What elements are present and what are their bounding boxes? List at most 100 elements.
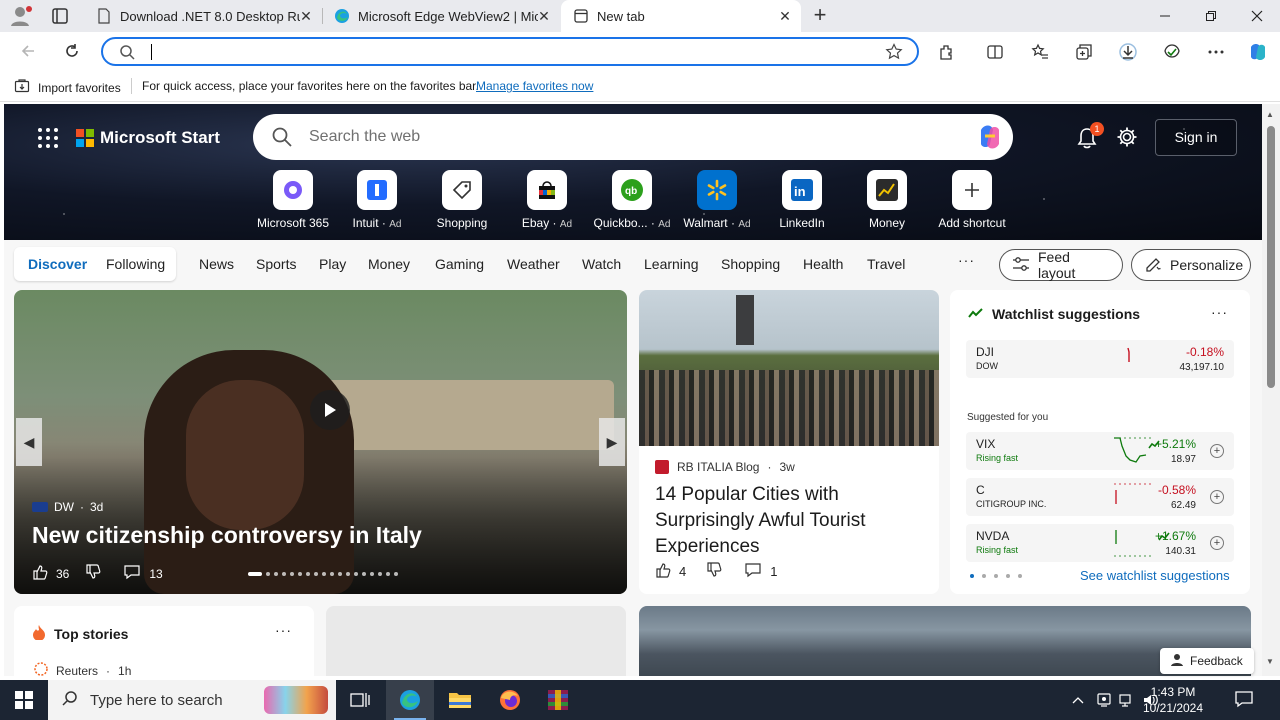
tab-new-tab[interactable]: New tab ✕ — [561, 0, 801, 32]
rb-italia-logo — [655, 460, 669, 474]
browser-essentials-icon[interactable] — [1160, 40, 1184, 64]
app-launcher-icon[interactable] — [38, 128, 58, 148]
like-icon[interactable] — [655, 562, 671, 581]
play-icon[interactable] — [310, 390, 350, 430]
back-icon[interactable] — [16, 39, 40, 63]
microsoft-start-logo[interactable]: Microsoft Start — [76, 128, 220, 148]
shortcut-microsoft-365[interactable]: Microsoft 365 — [251, 170, 335, 230]
shortcut-walmart[interactable]: Walmart · Ad — [675, 170, 759, 230]
stock-row-c[interactable]: C CITIGROUP INC. -0.58% 62.49 + — [966, 478, 1234, 516]
shortcut-ebay[interactable]: Ebay · Ad — [505, 170, 589, 230]
manage-favorites-link[interactable]: Manage favorites now — [476, 79, 593, 93]
tab-following[interactable]: Following — [106, 256, 165, 272]
shortcut-intuit[interactable]: Intuit · Ad — [335, 170, 419, 230]
tab-dotnet[interactable]: Download .NET 8.0 Desktop Runtime ✕ — [84, 0, 322, 32]
stock-row-dji[interactable]: DJI DOW -0.18% 43,197.10 — [966, 340, 1234, 378]
nav-more-button[interactable]: ··· — [958, 252, 975, 268]
add-to-watchlist-button[interactable]: + — [1210, 536, 1224, 550]
nav-shopping[interactable]: Shopping — [721, 256, 780, 272]
watchlist-more-button[interactable]: ··· — [1211, 304, 1228, 320]
shortcut-shopping[interactable]: Shopping — [420, 170, 504, 230]
shortcut-money[interactable]: Money — [845, 170, 929, 230]
shortcut-add[interactable]: Add shortcut — [930, 170, 1014, 230]
security-tray-icon[interactable] — [1096, 692, 1112, 708]
scrollbar-thumb[interactable] — [1267, 126, 1275, 388]
dislike-icon[interactable] — [85, 564, 101, 583]
story-title[interactable]: New citizenship controversy in Italy — [32, 522, 422, 549]
feedback-button[interactable]: Feedback — [1160, 648, 1254, 674]
city-story-card[interactable]: RB ITALIA Blog · 3w 14 Popular Cities wi… — [639, 290, 939, 594]
nav-sports[interactable]: Sports — [256, 256, 296, 272]
copilot-icon[interactable] — [1246, 40, 1270, 64]
show-hidden-icons-chevron-icon[interactable] — [1070, 692, 1086, 708]
personalize-button[interactable]: Personalize — [1131, 249, 1251, 281]
network-icon[interactable] — [1119, 692, 1135, 708]
taskbar-edge[interactable] — [386, 680, 434, 720]
tab-webview2[interactable]: Microsoft Edge WebView2 | Microsoft ✕ — [322, 0, 560, 32]
carousel-next-button[interactable]: ▶ — [599, 418, 625, 466]
main-story-card[interactable]: ◀ ▶ DW · 3d New citizenship controversy … — [14, 290, 627, 594]
profile-icon[interactable] — [8, 4, 34, 28]
shortcut-linkedin[interactable]: in LinkedIn — [760, 170, 844, 230]
like-icon[interactable] — [32, 564, 48, 583]
shortcut-quickbooks[interactable]: qb Quickbo... · Ad — [590, 170, 674, 230]
refresh-icon[interactable] — [60, 39, 84, 63]
add-to-watchlist-button[interactable]: + — [1210, 490, 1224, 504]
tab-discover[interactable]: Discover — [28, 256, 87, 272]
watchlist-pager[interactable] — [970, 574, 1022, 578]
favorite-star-icon[interactable] — [885, 43, 903, 64]
nav-gaming[interactable]: Gaming — [435, 256, 484, 272]
restore-button[interactable] — [1188, 0, 1234, 32]
page-scrollbar[interactable]: ▲ ▼ — [1262, 104, 1280, 676]
taskbar-search-box[interactable]: Type here to search — [48, 680, 336, 720]
favorites-icon[interactable] — [1028, 40, 1052, 64]
system-clock[interactable]: 1:43 PM 10/21/2024 — [1138, 684, 1208, 716]
comment-icon[interactable] — [744, 562, 762, 581]
web-search-box[interactable]: Search the web — [253, 114, 1013, 160]
nav-play[interactable]: Play — [319, 256, 346, 272]
windows-start-button[interactable] — [0, 680, 48, 720]
close-tab-icon[interactable]: ✕ — [777, 8, 793, 24]
taskbar-winrar[interactable] — [534, 680, 582, 720]
close-window-button[interactable] — [1234, 0, 1280, 32]
add-to-watchlist-button[interactable]: + — [1210, 444, 1224, 458]
nav-news[interactable]: News — [199, 256, 234, 272]
taskbar-firefox[interactable] — [486, 680, 534, 720]
top-stories-more-button[interactable]: ··· — [275, 622, 292, 638]
nav-weather[interactable]: Weather — [507, 256, 560, 272]
stock-row-nvda[interactable]: NVDA Rising fast +1.67% 140.31 + — [966, 524, 1234, 562]
sign-in-button[interactable]: Sign in — [1155, 119, 1237, 156]
address-bar[interactable] — [101, 37, 919, 66]
shortcut-label: Add shortcut — [938, 216, 1006, 230]
close-tab-icon[interactable]: ✕ — [536, 8, 552, 24]
tab-actions-icon[interactable] — [48, 6, 72, 26]
feed-layout-button[interactable]: Feed layout — [999, 249, 1123, 281]
see-watchlist-link[interactable]: See watchlist suggestions — [1080, 568, 1230, 583]
comment-icon[interactable] — [123, 564, 141, 583]
scroll-up-arrow-icon[interactable]: ▲ — [1266, 110, 1274, 119]
new-tab-button[interactable]: + — [808, 4, 832, 28]
dislike-icon[interactable] — [706, 562, 722, 581]
scroll-down-arrow-icon[interactable]: ▼ — [1266, 657, 1274, 666]
import-favorites-button[interactable]: Import favorites — [14, 78, 121, 97]
taskbar-file-explorer[interactable] — [436, 680, 484, 720]
notification-center-icon[interactable] — [1234, 690, 1256, 710]
nav-learning[interactable]: Learning — [644, 256, 699, 272]
carousel-prev-button[interactable]: ◀ — [16, 418, 42, 466]
task-view-button[interactable] — [336, 680, 384, 720]
extensions-icon[interactable] — [935, 40, 959, 64]
minimize-button[interactable] — [1142, 0, 1188, 32]
close-tab-icon[interactable]: ✕ — [298, 8, 314, 24]
settings-more-icon[interactable] — [1204, 40, 1228, 64]
stock-row-vix[interactable]: VIX Rising fast +5.21% 18.97 + — [966, 432, 1234, 470]
nav-health[interactable]: Health — [803, 256, 843, 272]
downloads-icon[interactable] — [1116, 40, 1140, 64]
nav-watch[interactable]: Watch — [582, 256, 621, 272]
collections-icon[interactable] — [1072, 40, 1096, 64]
story-title[interactable]: 14 Popular Cities with Surprisingly Awfu… — [655, 482, 925, 560]
nav-money[interactable]: Money — [368, 256, 410, 272]
split-screen-icon[interactable] — [983, 40, 1007, 64]
nav-travel[interactable]: Travel — [867, 256, 905, 272]
settings-gear-icon[interactable] — [1116, 126, 1138, 148]
copilot-icon[interactable] — [975, 122, 1005, 152]
